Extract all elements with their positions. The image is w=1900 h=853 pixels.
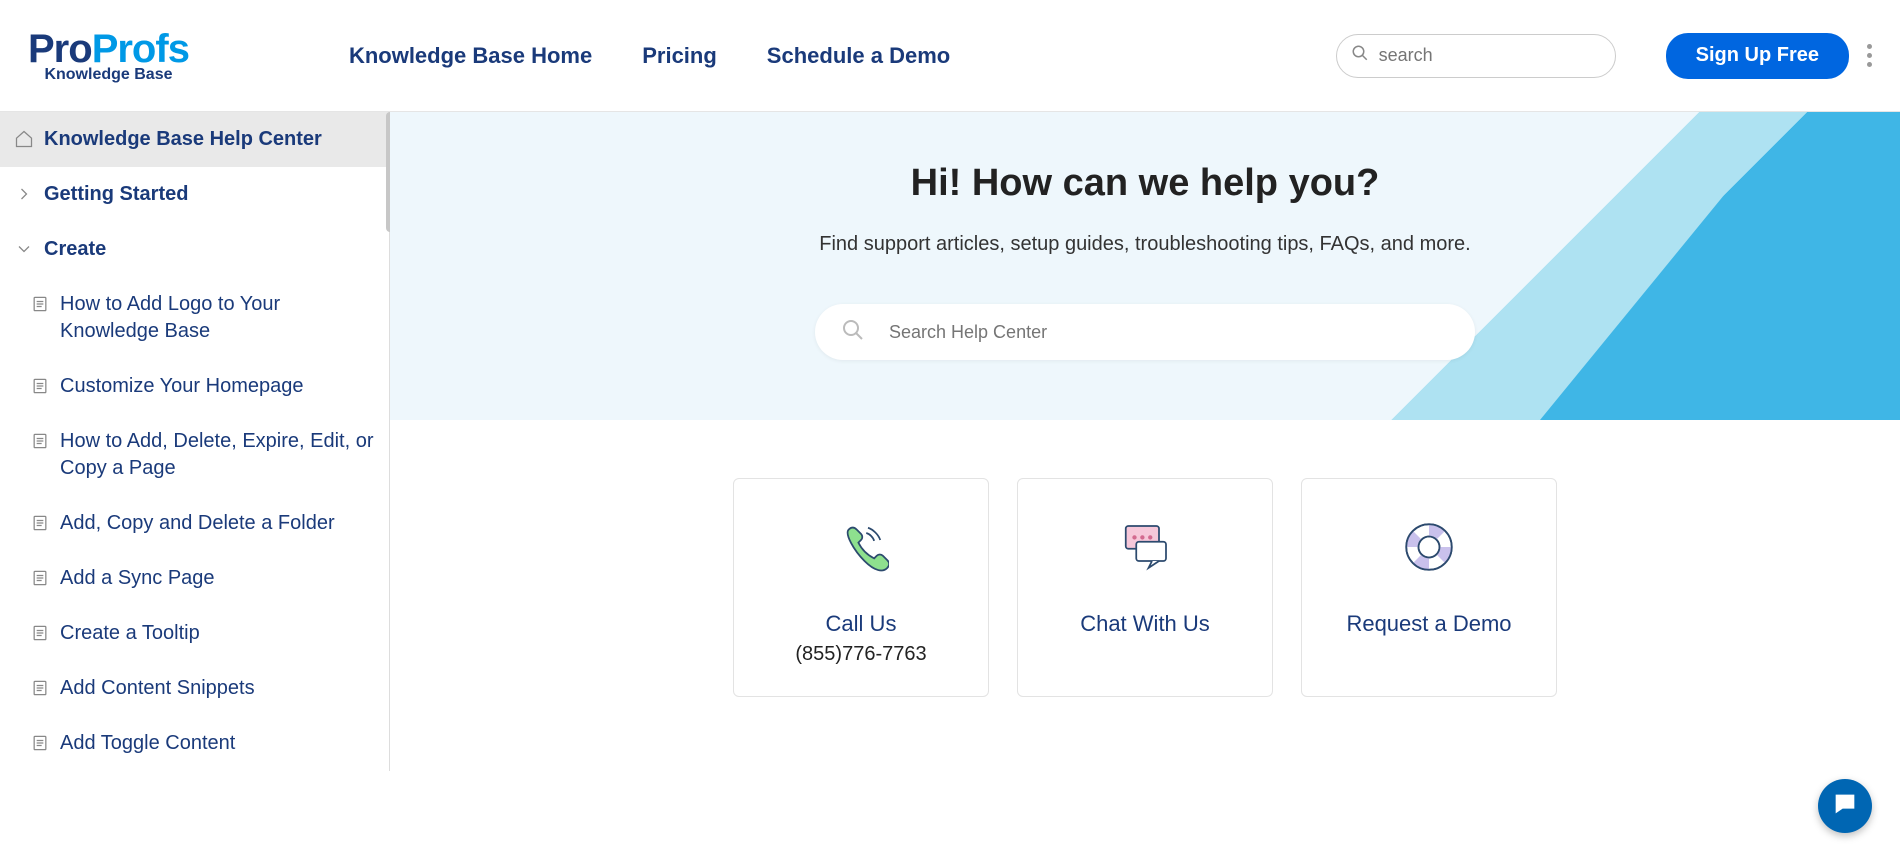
card-title: Request a Demo [1314, 611, 1544, 637]
card-phone-number: (855)776-7763 [746, 643, 976, 666]
page-icon [30, 431, 50, 451]
sidebar-item-label: How to Add, Delete, Expire, Edit, or Cop… [60, 428, 375, 482]
top-search[interactable] [1336, 34, 1616, 78]
logo[interactable]: ProProfs Knowledge Base [28, 27, 189, 84]
logo-part2: Profs [92, 27, 189, 71]
sidebar-child[interactable]: Customize Your Homepage [0, 359, 389, 414]
nav-home[interactable]: Knowledge Base Home [349, 43, 592, 69]
top-search-input[interactable] [1379, 45, 1601, 66]
card-title: Call Us [746, 611, 976, 637]
top-nav: Knowledge Base Home Pricing Schedule a D… [349, 43, 950, 69]
chevron-right-icon [14, 184, 34, 204]
sidebar-child[interactable]: Add Content Snippets [0, 661, 389, 716]
logo-part1: Pro [28, 27, 92, 71]
sidebar-item-label: Add Content Snippets [60, 675, 255, 702]
sidebar-getting-started[interactable]: Getting Started [0, 167, 389, 222]
sidebar-child[interactable]: Add, Copy and Delete a Folder [0, 496, 389, 551]
nav-schedule-demo[interactable]: Schedule a Demo [767, 43, 950, 69]
sidebar-item-label: How to Add Logo to Your Knowledge Base [60, 291, 375, 345]
phone-icon [746, 519, 976, 575]
page-icon [30, 733, 50, 753]
sidebar-item-label: Customize Your Homepage [60, 373, 303, 400]
search-icon [1351, 44, 1369, 67]
nav-pricing[interactable]: Pricing [642, 43, 717, 69]
page-icon [30, 678, 50, 698]
page-icon [30, 294, 50, 314]
sidebar: Knowledge Base Help Center Getting Start… [0, 112, 390, 771]
more-menu-icon[interactable] [1867, 44, 1872, 67]
sidebar-item-label: Add, Copy and Delete a Folder [60, 510, 335, 537]
sidebar-item-label: Add a Sync Page [60, 565, 215, 592]
sidebar-child[interactable]: How to Add, Delete, Expire, Edit, or Cop… [0, 414, 389, 496]
logo-subtitle: Knowledge Base [28, 66, 189, 84]
chat-fab[interactable] [1818, 779, 1872, 833]
sidebar-item-label: Create [44, 236, 106, 263]
sidebar-item-label: Create a Tooltip [60, 620, 200, 647]
page-icon [30, 376, 50, 396]
sidebar-child[interactable]: How to Add Logo to Your Knowledge Base [0, 277, 389, 359]
cards-row: Call Us (855)776-7763 Chat With Us [390, 420, 1900, 697]
card-title: Chat With Us [1030, 611, 1260, 637]
page-icon [30, 623, 50, 643]
top-header: ProProfs Knowledge Base Knowledge Base H… [0, 0, 1900, 112]
sidebar-child[interactable]: Add a Sync Page [0, 551, 389, 606]
chat-bubble-icon [1831, 790, 1859, 823]
hero-search-input[interactable] [889, 322, 1449, 343]
page-icon [30, 513, 50, 533]
card-chat[interactable]: Chat With Us [1017, 478, 1273, 697]
sidebar-item-label: Add Toggle Content [60, 730, 235, 757]
card-call[interactable]: Call Us (855)776-7763 [733, 478, 989, 697]
sidebar-child[interactable]: Add Toggle Content [0, 716, 389, 771]
sidebar-item-label: Getting Started [44, 181, 188, 208]
sidebar-root[interactable]: Knowledge Base Help Center [0, 112, 389, 167]
page-icon [30, 568, 50, 588]
signup-button[interactable]: Sign Up Free [1666, 33, 1849, 79]
content-area: Hi! How can we help you? Find support ar… [390, 112, 1900, 771]
hero-search[interactable] [815, 304, 1475, 360]
sidebar-create[interactable]: Create [0, 222, 389, 277]
sidebar-root-label: Knowledge Base Help Center [44, 126, 322, 153]
chevron-down-icon [14, 239, 34, 259]
search-icon [841, 318, 865, 347]
chat-icon [1030, 519, 1260, 575]
lifebuoy-icon [1314, 519, 1544, 575]
sidebar-child[interactable]: Create a Tooltip [0, 606, 389, 661]
hero-section: Hi! How can we help you? Find support ar… [390, 112, 1900, 420]
home-icon [14, 129, 34, 149]
card-demo[interactable]: Request a Demo [1301, 478, 1557, 697]
